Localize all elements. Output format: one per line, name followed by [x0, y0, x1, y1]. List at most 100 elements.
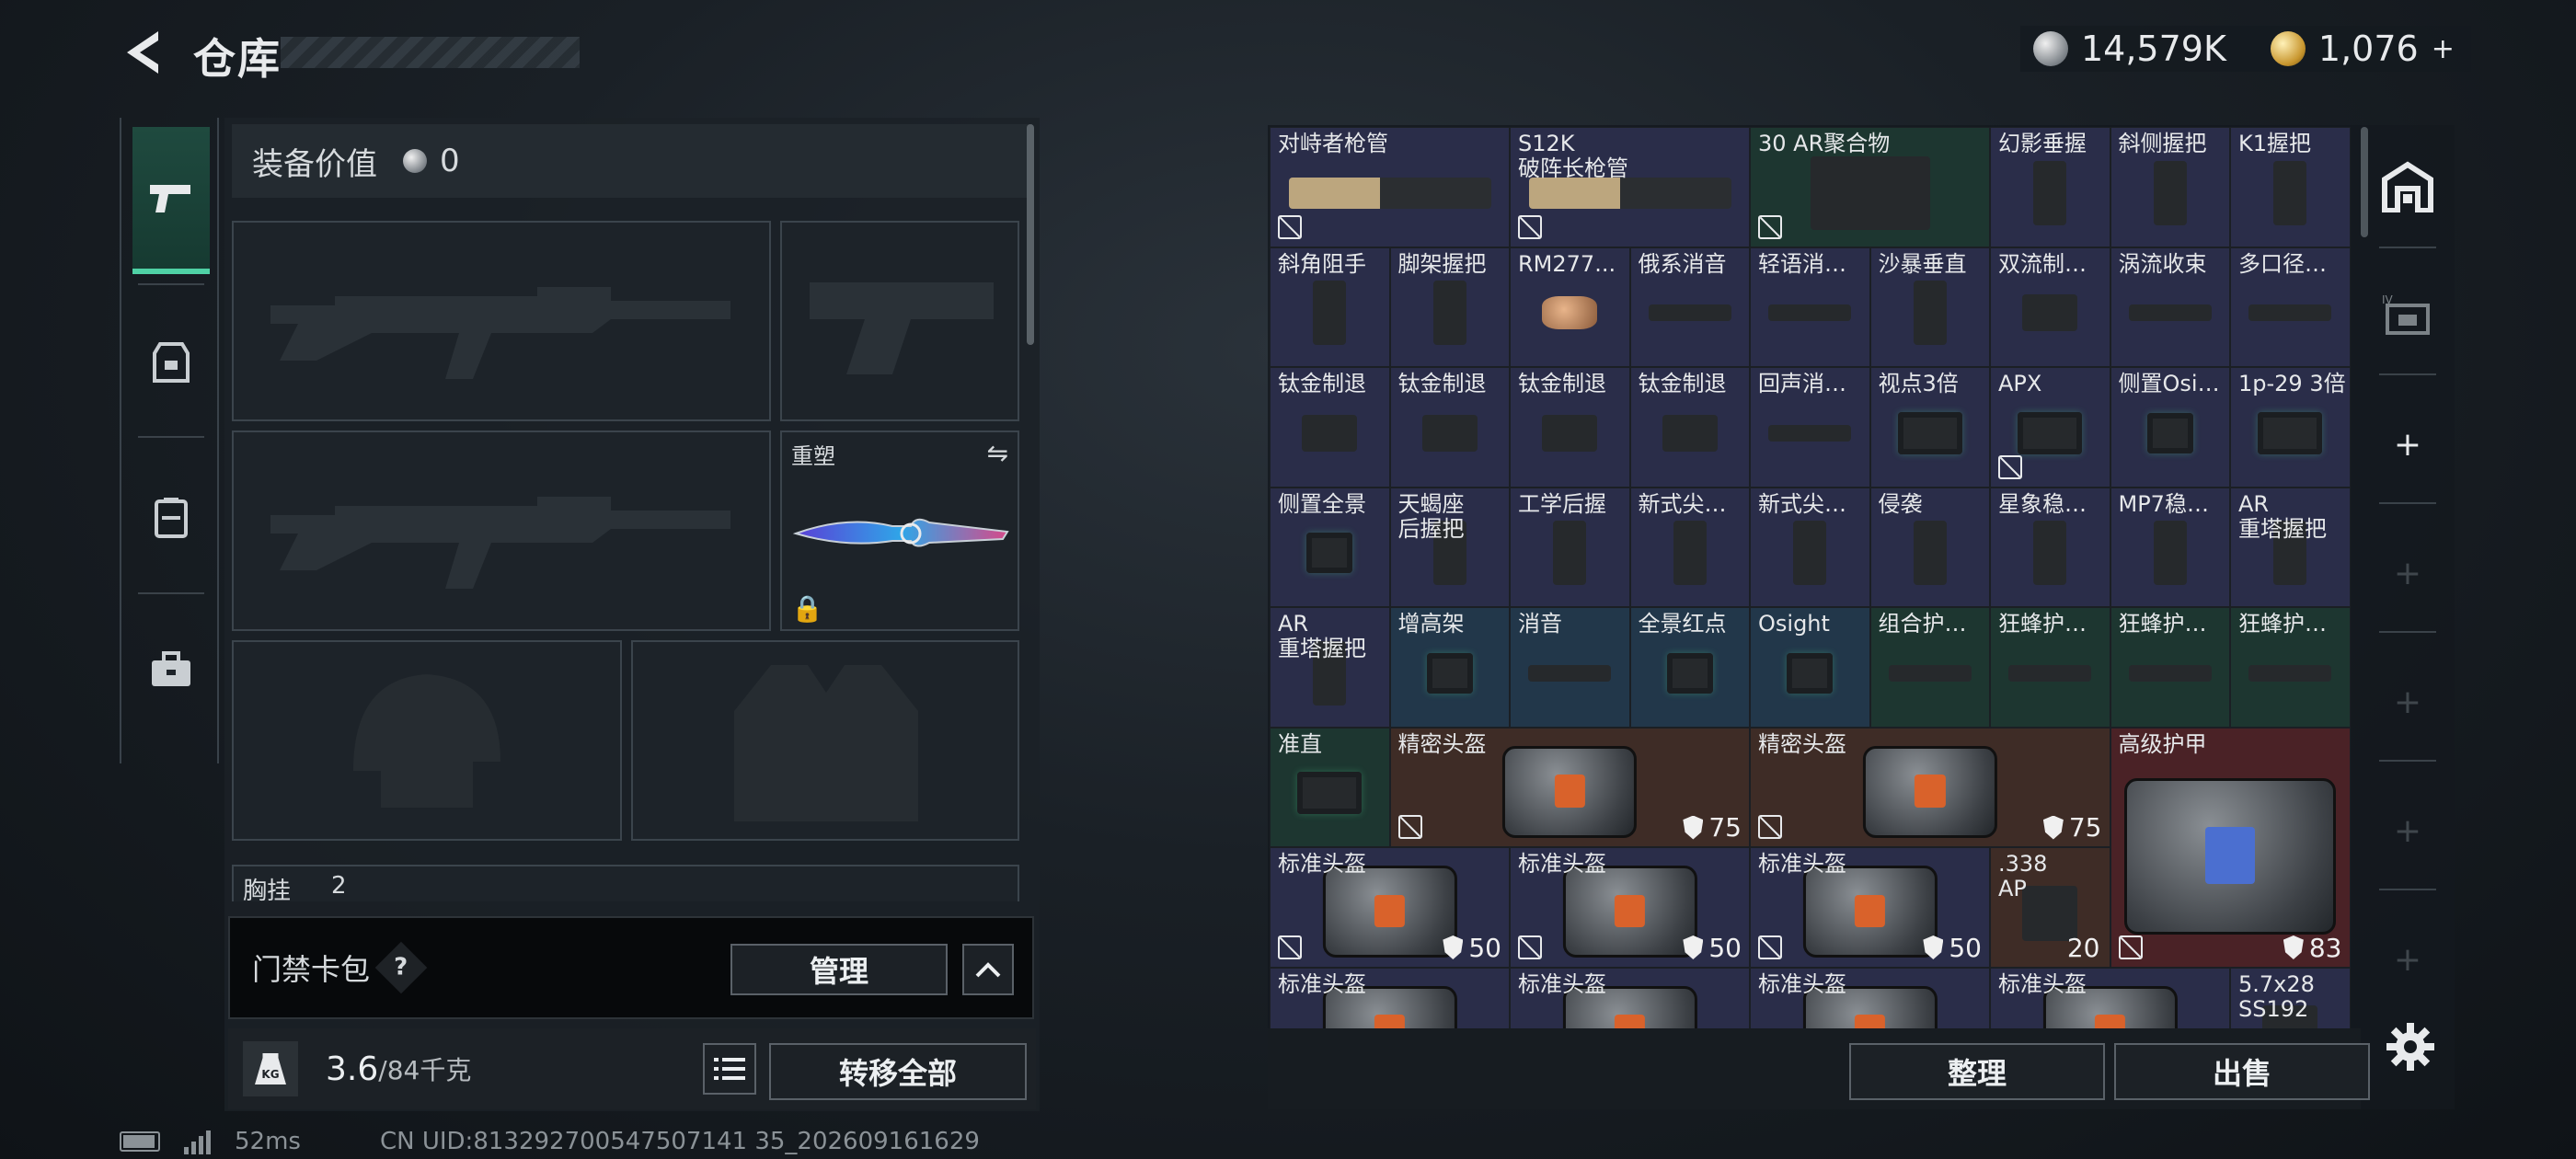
inventory-item[interactable]: 幻影垂握 — [1990, 127, 2110, 247]
list-view-button[interactable] — [703, 1043, 756, 1095]
helmet-slot[interactable] — [232, 640, 622, 841]
tab-weapons[interactable] — [132, 127, 210, 274]
inventory-item[interactable]: 轻语消音器 — [1750, 247, 1870, 367]
tab-expansion-4[interactable]: IV — [2375, 283, 2440, 348]
inventory-item[interactable]: 准直 — [1270, 727, 1390, 847]
inventory-item[interactable]: APX — [1990, 367, 2110, 488]
inventory-item[interactable]: 标准头盔 — [1990, 967, 2230, 1028]
inventory-item[interactable]: 侵袭 — [1869, 487, 1990, 607]
melee-slot[interactable]: 重塑 ⇋ 🔒 — [780, 430, 1019, 631]
inventory-item[interactable]: 钛金制退 — [1389, 367, 1510, 488]
inventory-item[interactable]: 多口径消... — [2230, 247, 2351, 367]
tab-armor[interactable] — [132, 289, 210, 436]
inventory-item[interactable]: K1握把 — [2230, 127, 2351, 247]
tab-backpack[interactable] — [132, 443, 210, 591]
inventory-item[interactable]: MP7稳固... — [2110, 487, 2230, 607]
settings-button[interactable] — [2385, 1021, 2436, 1073]
sort-button[interactable]: 整理 — [1849, 1043, 2105, 1100]
shield-icon — [2283, 935, 2304, 959]
brake-icon — [2022, 294, 2078, 332]
item-name: 增高架 — [1397, 612, 1465, 637]
inventory-item[interactable]: 钛金制退 — [1629, 367, 1750, 488]
inventory-item[interactable]: 狂蜂护木片 — [1990, 607, 2110, 728]
back-button[interactable] — [120, 28, 166, 77]
inventory-item[interactable]: 精密头盔 75 — [1389, 727, 1750, 847]
inventory-item[interactable]: 涡流收束 — [2110, 247, 2230, 367]
tube-icon — [1528, 664, 1612, 682]
inventory-item[interactable]: 狂蜂护木片 — [2110, 607, 2230, 728]
tab-toolbox[interactable] — [132, 596, 210, 743]
inventory-item[interactable]: 新式尖兵... — [1629, 487, 1750, 607]
inventory-item[interactable]: 侧置全景 — [1270, 487, 1390, 607]
inventory-item[interactable]: 俄系消音 — [1629, 247, 1750, 367]
chest-rig-slot[interactable]: 胸挂 2 — [232, 865, 1019, 905]
inventory-item[interactable]: 标准头盔 — [1750, 967, 1990, 1028]
inventory-item[interactable]: AR 重塔握把 — [1270, 607, 1390, 728]
inventory-item[interactable]: 天蝎座 后握把 — [1389, 487, 1510, 607]
armor-slot[interactable] — [631, 640, 1019, 841]
inventory-item[interactable]: AR 重塔握把 — [2230, 487, 2351, 607]
item-name: 组合护木片 — [1878, 612, 1988, 637]
inventory-item[interactable]: 星象稳固... — [1990, 487, 2110, 607]
inventory-item[interactable]: 沙暴垂直 — [1869, 247, 1990, 367]
help-button[interactable]: ? — [374, 941, 428, 994]
tube-icon — [2248, 304, 2332, 322]
inventory-item[interactable]: 钛金制退 — [1510, 367, 1630, 488]
tube-icon — [1648, 304, 1731, 322]
tab-warehouse[interactable] — [2375, 155, 2440, 219]
inventory-item[interactable]: 标准头盔 50 — [1510, 847, 1750, 968]
tab-divider — [2379, 760, 2436, 762]
equipment-scrollbar[interactable] — [1027, 124, 1034, 345]
inventory-item[interactable]: 视点3倍 — [1869, 367, 1990, 488]
grip-icon — [2273, 160, 2307, 225]
inventory-item[interactable]: 狂蜂护木片 — [2230, 607, 2351, 728]
inventory-item[interactable]: RM277... — [1510, 247, 1630, 367]
item-name: 斜角阻手 — [1278, 251, 1366, 277]
transfer-all-button[interactable]: 转移全部 — [769, 1043, 1027, 1100]
inventory-item[interactable]: .338 AP 20 — [1990, 847, 2110, 968]
inventory-item[interactable]: 回声消音器 — [1750, 367, 1870, 488]
inventory-item[interactable]: 增高架 — [1389, 607, 1510, 728]
pistol-silhouette-icon — [810, 282, 994, 374]
inventory-item[interactable]: 标准头盔 50 — [1270, 847, 1510, 968]
grip-icon — [2153, 160, 2187, 225]
secondary-weapon-slot[interactable] — [232, 430, 771, 631]
inventory-item[interactable]: 1p-29 3倍 — [2230, 367, 2351, 488]
sell-button[interactable]: 出售 — [2114, 1043, 2370, 1100]
add-expansion-button[interactable]: + — [2375, 927, 2440, 992]
collapse-button[interactable] — [962, 944, 1014, 995]
primary-weapon-slot[interactable] — [232, 221, 771, 421]
inventory-item[interactable]: 脚架握把 — [1389, 247, 1510, 367]
inventory-item[interactable]: 新式尖兵... — [1750, 487, 1870, 607]
add-expansion-button[interactable]: + — [2375, 541, 2440, 605]
add-expansion-button[interactable]: + — [2375, 412, 2440, 476]
inventory-item[interactable]: 斜角阻手 — [1270, 247, 1390, 367]
add-expansion-button[interactable]: + — [2375, 670, 2440, 734]
inventory-item[interactable]: 组合护木片 — [1869, 607, 1990, 728]
sidearm-slot[interactable] — [780, 221, 1019, 421]
inventory-item[interactable]: 标准头盔 — [1510, 967, 1750, 1028]
inventory-item[interactable]: 工学后握 — [1510, 487, 1630, 607]
add-expansion-button[interactable]: + — [2375, 798, 2440, 863]
grip-icon — [1313, 281, 1347, 346]
inventory-item[interactable]: Osight — [1750, 607, 1870, 728]
inventory-item[interactable]: 30 AR聚合物 — [1750, 127, 1990, 247]
inventory-item[interactable]: 消音 — [1510, 607, 1630, 728]
inventory-item[interactable]: 全景红点 — [1629, 607, 1750, 728]
inventory-item[interactable]: S12K 破阵长枪管 — [1510, 127, 1750, 247]
inventory-item[interactable]: 精密头盔 75 — [1750, 727, 2110, 847]
inventory-item[interactable]: 标准头盔 50 — [1750, 847, 1990, 968]
inventory-item[interactable]: 高级护甲 83 — [2110, 727, 2351, 968]
inventory-item[interactable]: 斜侧握把 — [2110, 127, 2230, 247]
inventory-item[interactable]: 双流制退器 — [1990, 247, 2110, 367]
inventory-item[interactable]: 钛金制退 — [1270, 367, 1390, 488]
inventory-item[interactable]: 5.7x28 SS192 — [2230, 967, 2351, 1028]
inventory-item[interactable]: 标准头盔 — [1270, 967, 1510, 1028]
add-gold-button[interactable]: + — [2432, 33, 2455, 65]
chest-rig-label: 胸挂 — [243, 878, 292, 905]
manage-button[interactable]: 管理 — [730, 944, 948, 995]
nav-divider — [138, 436, 204, 438]
swap-icon[interactable]: ⇋ — [987, 438, 1008, 468]
inventory-item[interactable]: 侧置Osig... — [2110, 367, 2230, 488]
inventory-item[interactable]: 对峙者枪管 — [1270, 127, 1510, 247]
